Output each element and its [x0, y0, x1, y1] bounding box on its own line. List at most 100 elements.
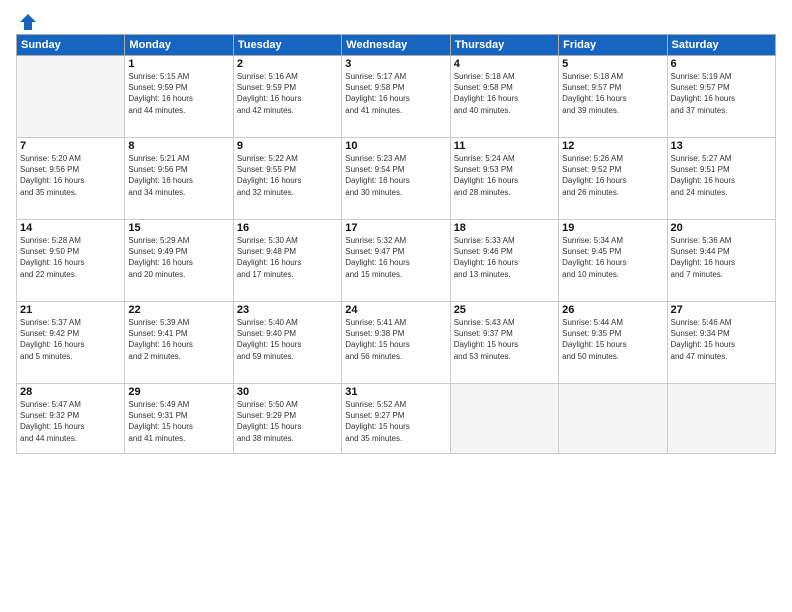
col-header-friday: Friday [559, 35, 667, 56]
day-number: 3 [345, 58, 446, 70]
day-info: Sunrise: 5:50 AMSunset: 9:29 PMDaylight:… [237, 399, 338, 444]
day-cell: 28Sunrise: 5:47 AMSunset: 9:32 PMDayligh… [17, 384, 125, 454]
day-info: Sunrise: 5:49 AMSunset: 9:31 PMDaylight:… [128, 399, 229, 444]
day-number: 26 [562, 304, 663, 316]
day-info: Sunrise: 5:17 AMSunset: 9:58 PMDaylight:… [345, 71, 446, 116]
day-info: Sunrise: 5:28 AMSunset: 9:50 PMDaylight:… [20, 235, 121, 280]
day-info: Sunrise: 5:41 AMSunset: 9:38 PMDaylight:… [345, 317, 446, 362]
day-cell [450, 384, 558, 454]
day-number: 9 [237, 140, 338, 152]
day-cell: 29Sunrise: 5:49 AMSunset: 9:31 PMDayligh… [125, 384, 233, 454]
logo-icon [18, 12, 38, 32]
day-info: Sunrise: 5:24 AMSunset: 9:53 PMDaylight:… [454, 153, 555, 198]
day-number: 5 [562, 58, 663, 70]
day-number: 4 [454, 58, 555, 70]
day-cell: 6Sunrise: 5:19 AMSunset: 9:57 PMDaylight… [667, 56, 775, 138]
day-cell: 4Sunrise: 5:18 AMSunset: 9:58 PMDaylight… [450, 56, 558, 138]
day-info: Sunrise: 5:30 AMSunset: 9:48 PMDaylight:… [237, 235, 338, 280]
day-number: 21 [20, 304, 121, 316]
day-info: Sunrise: 5:15 AMSunset: 9:59 PMDaylight:… [128, 71, 229, 116]
day-number: 25 [454, 304, 555, 316]
day-cell: 11Sunrise: 5:24 AMSunset: 9:53 PMDayligh… [450, 138, 558, 220]
day-cell: 27Sunrise: 5:46 AMSunset: 9:34 PMDayligh… [667, 302, 775, 384]
day-cell: 30Sunrise: 5:50 AMSunset: 9:29 PMDayligh… [233, 384, 341, 454]
day-cell: 1Sunrise: 5:15 AMSunset: 9:59 PMDaylight… [125, 56, 233, 138]
day-cell: 26Sunrise: 5:44 AMSunset: 9:35 PMDayligh… [559, 302, 667, 384]
day-cell: 10Sunrise: 5:23 AMSunset: 9:54 PMDayligh… [342, 138, 450, 220]
day-number: 20 [671, 222, 772, 234]
day-number: 6 [671, 58, 772, 70]
day-cell: 19Sunrise: 5:34 AMSunset: 9:45 PMDayligh… [559, 220, 667, 302]
day-info: Sunrise: 5:47 AMSunset: 9:32 PMDaylight:… [20, 399, 121, 444]
day-cell: 16Sunrise: 5:30 AMSunset: 9:48 PMDayligh… [233, 220, 341, 302]
day-number: 1 [128, 58, 229, 70]
day-info: Sunrise: 5:32 AMSunset: 9:47 PMDaylight:… [345, 235, 446, 280]
day-info: Sunrise: 5:22 AMSunset: 9:55 PMDaylight:… [237, 153, 338, 198]
day-cell: 7Sunrise: 5:20 AMSunset: 9:56 PMDaylight… [17, 138, 125, 220]
day-info: Sunrise: 5:40 AMSunset: 9:40 PMDaylight:… [237, 317, 338, 362]
day-cell: 20Sunrise: 5:36 AMSunset: 9:44 PMDayligh… [667, 220, 775, 302]
day-cell: 24Sunrise: 5:41 AMSunset: 9:38 PMDayligh… [342, 302, 450, 384]
day-info: Sunrise: 5:21 AMSunset: 9:56 PMDaylight:… [128, 153, 229, 198]
day-info: Sunrise: 5:43 AMSunset: 9:37 PMDaylight:… [454, 317, 555, 362]
day-number: 8 [128, 140, 229, 152]
day-cell: 8Sunrise: 5:21 AMSunset: 9:56 PMDaylight… [125, 138, 233, 220]
day-cell: 15Sunrise: 5:29 AMSunset: 9:49 PMDayligh… [125, 220, 233, 302]
day-number: 30 [237, 386, 338, 398]
week-row-1: 1Sunrise: 5:15 AMSunset: 9:59 PMDaylight… [17, 56, 776, 138]
day-cell: 9Sunrise: 5:22 AMSunset: 9:55 PMDaylight… [233, 138, 341, 220]
day-cell: 23Sunrise: 5:40 AMSunset: 9:40 PMDayligh… [233, 302, 341, 384]
logo [16, 12, 38, 28]
day-cell: 17Sunrise: 5:32 AMSunset: 9:47 PMDayligh… [342, 220, 450, 302]
week-row-4: 21Sunrise: 5:37 AMSunset: 9:42 PMDayligh… [17, 302, 776, 384]
day-number: 15 [128, 222, 229, 234]
day-number: 10 [345, 140, 446, 152]
day-number: 22 [128, 304, 229, 316]
day-number: 2 [237, 58, 338, 70]
day-info: Sunrise: 5:37 AMSunset: 9:42 PMDaylight:… [20, 317, 121, 362]
day-cell: 31Sunrise: 5:52 AMSunset: 9:27 PMDayligh… [342, 384, 450, 454]
day-cell: 5Sunrise: 5:18 AMSunset: 9:57 PMDaylight… [559, 56, 667, 138]
day-cell [559, 384, 667, 454]
day-info: Sunrise: 5:46 AMSunset: 9:34 PMDaylight:… [671, 317, 772, 362]
col-header-sunday: Sunday [17, 35, 125, 56]
day-info: Sunrise: 5:29 AMSunset: 9:49 PMDaylight:… [128, 235, 229, 280]
day-cell: 18Sunrise: 5:33 AMSunset: 9:46 PMDayligh… [450, 220, 558, 302]
header [16, 12, 776, 28]
day-cell: 22Sunrise: 5:39 AMSunset: 9:41 PMDayligh… [125, 302, 233, 384]
day-cell: 21Sunrise: 5:37 AMSunset: 9:42 PMDayligh… [17, 302, 125, 384]
day-info: Sunrise: 5:27 AMSunset: 9:51 PMDaylight:… [671, 153, 772, 198]
col-header-saturday: Saturday [667, 35, 775, 56]
day-cell [667, 384, 775, 454]
day-info: Sunrise: 5:33 AMSunset: 9:46 PMDaylight:… [454, 235, 555, 280]
page: SundayMondayTuesdayWednesdayThursdayFrid… [0, 0, 792, 612]
day-number: 19 [562, 222, 663, 234]
week-row-5: 28Sunrise: 5:47 AMSunset: 9:32 PMDayligh… [17, 384, 776, 454]
header-row: SundayMondayTuesdayWednesdayThursdayFrid… [17, 35, 776, 56]
day-info: Sunrise: 5:39 AMSunset: 9:41 PMDaylight:… [128, 317, 229, 362]
day-info: Sunrise: 5:34 AMSunset: 9:45 PMDaylight:… [562, 235, 663, 280]
calendar: SundayMondayTuesdayWednesdayThursdayFrid… [16, 34, 776, 454]
day-info: Sunrise: 5:26 AMSunset: 9:52 PMDaylight:… [562, 153, 663, 198]
col-header-thursday: Thursday [450, 35, 558, 56]
week-row-2: 7Sunrise: 5:20 AMSunset: 9:56 PMDaylight… [17, 138, 776, 220]
day-info: Sunrise: 5:16 AMSunset: 9:59 PMDaylight:… [237, 71, 338, 116]
day-info: Sunrise: 5:36 AMSunset: 9:44 PMDaylight:… [671, 235, 772, 280]
day-number: 18 [454, 222, 555, 234]
day-cell: 13Sunrise: 5:27 AMSunset: 9:51 PMDayligh… [667, 138, 775, 220]
day-number: 14 [20, 222, 121, 234]
day-number: 27 [671, 304, 772, 316]
day-info: Sunrise: 5:19 AMSunset: 9:57 PMDaylight:… [671, 71, 772, 116]
col-header-wednesday: Wednesday [342, 35, 450, 56]
day-cell: 14Sunrise: 5:28 AMSunset: 9:50 PMDayligh… [17, 220, 125, 302]
day-number: 24 [345, 304, 446, 316]
day-number: 23 [237, 304, 338, 316]
day-number: 16 [237, 222, 338, 234]
day-info: Sunrise: 5:18 AMSunset: 9:57 PMDaylight:… [562, 71, 663, 116]
day-cell: 2Sunrise: 5:16 AMSunset: 9:59 PMDaylight… [233, 56, 341, 138]
day-info: Sunrise: 5:23 AMSunset: 9:54 PMDaylight:… [345, 153, 446, 198]
day-info: Sunrise: 5:52 AMSunset: 9:27 PMDaylight:… [345, 399, 446, 444]
day-number: 29 [128, 386, 229, 398]
day-cell: 12Sunrise: 5:26 AMSunset: 9:52 PMDayligh… [559, 138, 667, 220]
day-number: 12 [562, 140, 663, 152]
